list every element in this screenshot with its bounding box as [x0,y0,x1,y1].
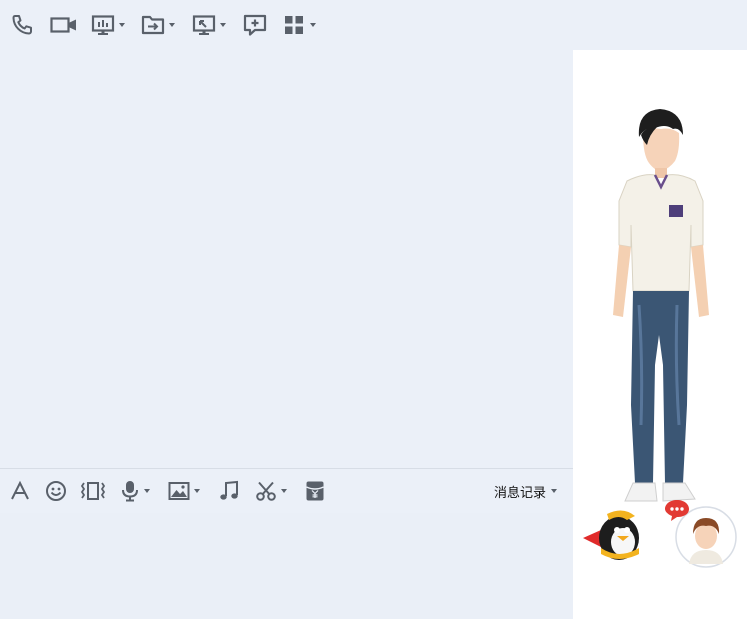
friend-avatar[interactable] [665,500,737,568]
shake-window-button[interactable] [80,479,106,503]
phone-icon [12,15,32,35]
screen-share-button[interactable] [91,12,125,38]
avatar-show-panel [573,50,747,619]
chevron-down-icon [220,23,226,27]
screen-share-icon [91,15,115,35]
message-history-button[interactable]: 消息记录 [494,481,557,501]
voice-message-button[interactable] [120,479,150,503]
qq-penguin-icon[interactable] [579,508,643,564]
avatar-figure-image[interactable] [603,105,715,520]
chevron-down-icon [194,489,200,493]
video-call-button[interactable] [50,12,78,38]
apps-grid-icon [285,16,303,34]
send-file-button[interactable] [141,12,175,38]
input-toolbar: 消息记录 [0,469,573,513]
chevron-down-icon [169,23,175,27]
voice-call-button[interactable] [10,12,34,38]
red-packet-icon [306,481,324,501]
music-button[interactable] [218,479,240,503]
remote-desktop-icon [192,15,216,35]
music-note-icon [220,480,238,500]
new-discussion-button[interactable] [243,12,267,38]
red-packet-button[interactable] [305,479,325,503]
apps-button[interactable] [282,12,316,38]
microphone-icon [122,481,138,502]
emoji-icon [46,481,66,501]
message-input[interactable] [0,513,573,619]
shake-window-icon [80,482,106,500]
chat-bubble-icon [665,500,689,521]
emoji-button[interactable] [45,479,67,503]
font-icon [11,480,29,500]
message-area[interactable] [0,50,573,468]
scissors-icon [256,481,276,501]
send-image-button[interactable] [168,479,200,503]
chevron-down-icon [551,489,557,493]
remote-desktop-button[interactable] [192,12,226,38]
chevron-down-icon [119,23,125,27]
file-transfer-icon [141,15,165,35]
chevron-down-icon [281,489,287,493]
message-history-label: 消息记录 [493,484,546,500]
video-camera-icon [50,17,76,33]
font-button[interactable] [9,479,31,503]
screenshot-button[interactable] [255,479,287,503]
chevron-down-icon [144,489,150,493]
top-toolbar [0,0,747,50]
chevron-down-icon [310,23,316,27]
add-comment-icon [243,14,267,36]
image-icon [168,482,190,500]
